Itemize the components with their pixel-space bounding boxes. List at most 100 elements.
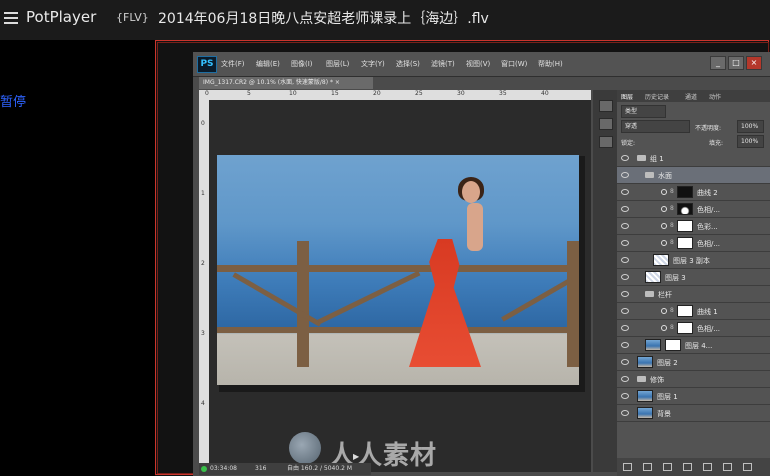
layer-row[interactable]: 栏杆 [617,286,770,303]
layer-name: 色相/... [697,325,721,333]
visibility-eye-icon[interactable] [621,223,629,229]
layer-name: 色彩... [697,223,718,231]
layer-row[interactable]: 图层 4... [617,337,770,354]
layer-row[interactable]: 图层 3 [617,269,770,286]
blend-mode-select[interactable]: 穿透 [621,120,690,133]
layer-filter-select[interactable]: 类型 [621,105,666,118]
ruler-number: 20 [373,90,381,97]
visibility-eye-icon[interactable] [621,172,629,178]
layer-thumbnail[interactable] [653,254,669,266]
layer-row[interactable]: 背景 [617,405,770,422]
visibility-eye-icon[interactable] [621,189,629,195]
layer-row[interactable]: 8 色相/... [617,235,770,252]
ps-menu-view[interactable]: 视图(V) [466,59,490,69]
ps-menu-filter[interactable]: 滤镜(T) [431,59,455,69]
pause-status-label: 暂停 [0,95,27,110]
adjustment-icon [661,189,667,195]
ps-menu-select[interactable]: 选择(S) [396,59,420,69]
layer-style-icon[interactable] [643,463,652,471]
visibility-eye-icon[interactable] [621,393,629,399]
ps-menu-layer[interactable]: 图层(L) [326,59,349,69]
new-layer-icon[interactable] [723,463,732,471]
ruler-number: 0 [201,120,205,127]
layer-mask-thumbnail[interactable] [665,339,681,351]
tab-history[interactable]: 历史记录 [645,92,669,101]
layer-mask-thumbnail[interactable] [677,220,693,232]
status-time: 03:34:08 [210,465,237,472]
layer-row[interactable]: 水面 [617,167,770,184]
tab-channels[interactable]: 通道 [685,92,697,101]
ps-menu-type[interactable]: 文字(Y) [361,59,385,69]
visibility-eye-icon[interactable] [621,376,629,382]
layer-mask-thumbnail[interactable] [677,186,693,198]
visibility-eye-icon[interactable] [621,342,629,348]
layer-row[interactable]: 图层 3 副本 [617,252,770,269]
play-arrow-icon[interactable]: ▶ [353,452,359,461]
video-frame[interactable]: PS 文件(F) 编辑(E) 图像(I) 图层(L) 文字(Y) 选择(S) 滤… [155,40,770,476]
panel-adjust-icon[interactable] [599,136,613,148]
visibility-eye-icon[interactable] [621,257,629,263]
layer-mask-thumbnail[interactable] [677,305,693,317]
file-title: 2014年06月18日晚八点安超老师课录上｛海边｝.flv [158,11,489,27]
layer-name: 曲线 2 [697,189,718,197]
visibility-eye-icon[interactable] [621,325,629,331]
layer-row[interactable]: 8 色相/... [617,201,770,218]
tab-actions[interactable]: 动作 [709,92,721,101]
ps-status-bar: 03:34:08 316 自由 160.2 / 5040.2 M [199,463,371,475]
ps-menu-file[interactable]: 文件(F) [221,59,245,69]
visibility-eye-icon[interactable] [621,308,629,314]
layer-row[interactable]: 图层 1 [617,388,770,405]
link-layers-icon[interactable] [623,463,632,471]
layer-thumbnail[interactable] [637,356,653,368]
chain-link-icon: 8 [670,188,674,195]
layer-thumbnail[interactable] [637,390,653,402]
tab-layers[interactable]: 图层 [621,92,633,101]
photo-canvas[interactable] [217,155,579,385]
delete-layer-icon[interactable] [743,463,752,471]
layer-row[interactable]: 8 曲线 2 [617,184,770,201]
panel-history-icon[interactable] [599,100,613,112]
layer-thumbnail[interactable] [637,407,653,419]
visibility-eye-icon[interactable] [621,155,629,161]
minimize-icon[interactable]: _ [710,56,726,70]
new-group-icon[interactable] [703,463,712,471]
layer-row[interactable]: 8 色彩... [617,218,770,235]
layer-row[interactable]: 组 1 [617,150,770,167]
ps-menu-help[interactable]: 帮助(H) [538,59,563,69]
visibility-eye-icon[interactable] [621,410,629,416]
ps-menu-window[interactable]: 窗口(W) [501,59,527,69]
visibility-eye-icon[interactable] [621,359,629,365]
photoshop-window: PS 文件(F) 编辑(E) 图像(I) 图层(L) 文字(Y) 选择(S) 滤… [193,52,770,476]
close-icon[interactable]: × [746,56,762,70]
panel-properties-icon[interactable] [599,118,613,130]
layer-row[interactable]: 修饰 [617,371,770,388]
add-mask-icon[interactable] [663,463,672,471]
ruler-number: 40 [541,90,549,97]
layer-name: 栏杆 [658,291,672,299]
layer-row[interactable]: 8 曲线 1 [617,303,770,320]
hamburger-menu-icon[interactable] [4,9,18,27]
visibility-eye-icon[interactable] [621,274,629,280]
layer-mask-thumbnail[interactable] [677,322,693,334]
visibility-eye-icon[interactable] [621,291,629,297]
layer-mask-thumbnail[interactable] [677,203,693,215]
recording-dot-icon [201,466,207,472]
layer-row[interactable]: 8 色相/... [617,320,770,337]
maximize-icon[interactable]: □ [728,56,744,70]
opacity-input[interactable]: 100% [737,120,764,133]
ps-menu-image[interactable]: 图像(I) [291,59,313,69]
layers-panel: 图层 历史记录 通道 动作 类型 穿透 不透明度: 100% 锁定: 填充: 1… [617,90,770,476]
layer-name: 水面 [658,172,672,180]
visibility-eye-icon[interactable] [621,206,629,212]
layer-thumbnail[interactable] [645,339,661,351]
adjustment-layer-icon[interactable] [683,463,692,471]
document-tab[interactable]: IMG_1317.CR2 @ 10.1% (水面, 快速蒙版/8) * × [199,77,373,89]
layer-row[interactable]: 图层 2 [617,354,770,371]
visibility-eye-icon[interactable] [621,240,629,246]
layer-thumbnail[interactable] [645,271,661,283]
fill-input[interactable]: 100% [737,135,764,148]
ps-menu-edit[interactable]: 编辑(E) [256,59,280,69]
fill-label: 填充: [709,140,724,147]
chain-link-icon: 8 [670,205,674,212]
layer-mask-thumbnail[interactable] [677,237,693,249]
